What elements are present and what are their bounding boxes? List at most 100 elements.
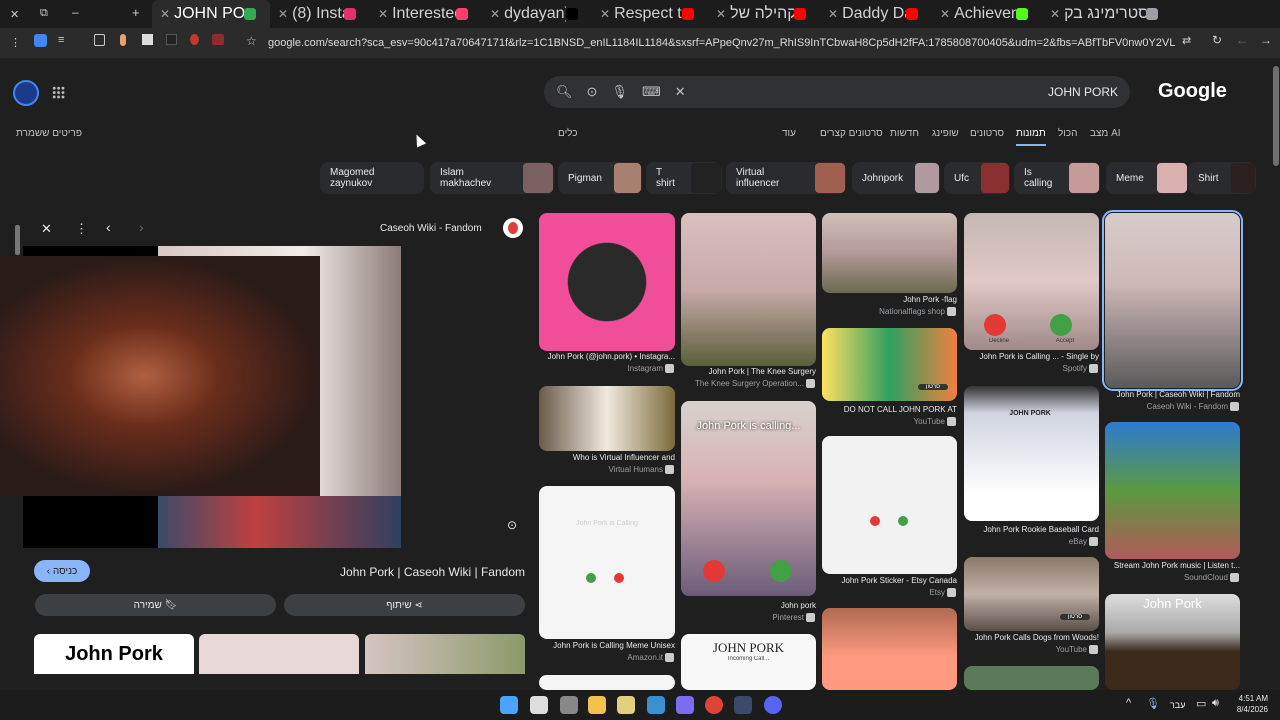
image-result[interactable] [964, 386, 1099, 521]
result-title[interactable]: John Pork Calls Dogs from Woods! [964, 633, 1099, 642]
result-title[interactable]: John Pork | Caseoh Wiki | Fandom [1105, 390, 1240, 399]
suggestion-chip[interactable]: Ufc [944, 162, 1010, 194]
window-menu-icon[interactable]: ✕ [10, 8, 19, 21]
extension-icon[interactable] [190, 34, 199, 45]
share-button[interactable]: שיתוף ⋖ [284, 594, 525, 616]
discord-icon[interactable] [764, 696, 782, 714]
keyboard-icon[interactable]: ⌨ [642, 84, 661, 100]
file-explorer-icon[interactable] [588, 696, 606, 714]
browser-tab[interactable]: ✕ Interested in You (11... [370, 0, 482, 28]
menu-dots-icon[interactable]: ⋮ [10, 36, 21, 49]
browser-tab[interactable]: ✕ Respect to Ferran Tor... [592, 0, 708, 28]
suggestion-chip[interactable]: Pigman [558, 162, 642, 194]
related-image[interactable]: John Pork [34, 634, 194, 674]
result-title[interactable]: Who is Virtual Influencer and [539, 453, 675, 462]
tab-more[interactable]: עוד [782, 128, 796, 139]
back-icon[interactable]: ← [1236, 33, 1248, 47]
close-tab-icon[interactable]: ✕ [716, 7, 726, 21]
browser-tab[interactable]: ✕ התחלת סטרימינג בק... [1042, 0, 1172, 28]
extension-icon[interactable] [34, 34, 47, 47]
result-source[interactable]: eBay [964, 537, 1087, 546]
result-source[interactable]: Etsy [822, 588, 945, 597]
tab-images[interactable]: תמונות [1016, 128, 1046, 146]
close-tab-icon[interactable]: ✕ [490, 7, 500, 21]
result-title[interactable]: John pork [681, 601, 816, 610]
search-query[interactable]: JOHN PORK [1048, 85, 1118, 99]
image-result[interactable] [1105, 422, 1240, 559]
more-options-icon[interactable]: ⋮ [75, 221, 88, 237]
app-icon[interactable] [676, 696, 694, 714]
tools-button[interactable]: כלים [558, 128, 578, 139]
clear-icon[interactable]: ✕ [675, 84, 686, 100]
tab-news[interactable]: חדשות [890, 128, 919, 139]
next-icon[interactable]: › [139, 219, 144, 235]
related-image[interactable] [365, 634, 525, 674]
extension-icon[interactable]: ≡ [58, 34, 64, 46]
search-icon[interactable]: 🔍︎ [556, 84, 573, 100]
suggestion-chip[interactable]: Shirt [1188, 162, 1256, 194]
suggestion-chip[interactable]: Virtual influencer [726, 162, 846, 194]
avatar[interactable] [13, 80, 39, 106]
close-tab-icon[interactable]: ✕ [1050, 7, 1060, 21]
result-source[interactable]: Instagram [539, 364, 663, 373]
image-result[interactable] [539, 386, 675, 451]
result-source[interactable]: Caseoh Wiki - Fandom [1105, 402, 1228, 411]
result-title[interactable]: John Pork Rookie Baseball Card [964, 525, 1099, 534]
close-tab-icon[interactable]: ✕ [278, 7, 288, 21]
search-icon[interactable] [530, 696, 548, 714]
network-icon[interactable]: ▭ [1196, 697, 1206, 710]
close-tab-icon[interactable]: ✕ [828, 7, 838, 21]
image-result[interactable] [964, 666, 1099, 690]
search-box[interactable]: 🔍︎ ⊙ 🎙︎ ⌨ ✕ JOHN PORK [544, 76, 1130, 108]
chrome-icon[interactable] [705, 696, 723, 714]
image-result[interactable] [539, 675, 675, 690]
browser-tab[interactable]: ✕ (8) Instagram [270, 0, 370, 28]
photos-icon[interactable] [647, 696, 665, 714]
image-result[interactable] [822, 436, 957, 574]
tray-chevron-icon[interactable]: ^ [1126, 697, 1131, 709]
browser-tab[interactable]: ✕ הקהילה של YouTube [708, 0, 820, 28]
tab-videos[interactable]: סרטונים [970, 128, 1004, 139]
close-icon[interactable]: ✕ [41, 221, 52, 237]
browser-tab[interactable]: ✕ JOHN PORK - חיפוש ב... [152, 0, 270, 28]
result-title[interactable]: John Pork is Calling Meme Unisex [539, 641, 675, 650]
viewer-result-title[interactable]: John Pork | Caseoh Wiki | Fandom [320, 565, 525, 579]
image-result[interactable] [681, 213, 816, 366]
close-tab-icon[interactable]: ✕ [940, 7, 950, 21]
language-indicator[interactable]: עבר [1170, 700, 1185, 710]
result-title[interactable]: John Pork (@john.pork) • Instagra... [539, 352, 675, 361]
clock-date[interactable]: 8/4/2026 [1226, 705, 1268, 714]
tab-all[interactable]: הכול [1058, 128, 1077, 139]
customize-icon[interactable]: ⇄ [1182, 34, 1191, 47]
related-image[interactable] [199, 634, 359, 674]
extension-icon[interactable] [142, 34, 153, 45]
result-title[interactable]: John Pork -flag [822, 295, 957, 304]
page-scrollbar[interactable] [1272, 58, 1280, 690]
scrollbar[interactable] [15, 225, 20, 255]
lens-search-icon[interactable]: ⊙ [507, 518, 517, 532]
mic-icon[interactable]: 🎙︎ [611, 84, 628, 100]
close-tab-icon[interactable]: ✕ [160, 7, 170, 21]
suggestion-chip[interactable]: T shirt [646, 162, 722, 194]
result-source[interactable]: Nationalflags shop [822, 307, 945, 316]
image-result[interactable] [822, 328, 957, 401]
minimize-icon[interactable]: – [72, 5, 79, 19]
image-result[interactable] [539, 213, 675, 351]
tab-short-videos[interactable]: סרטונים קצרים [820, 128, 883, 139]
result-source[interactable]: Virtual Humans [539, 465, 663, 474]
result-title[interactable]: John Pork Sticker - Etsy Canada [822, 576, 957, 585]
extension-icon[interactable] [212, 34, 224, 45]
lens-icon[interactable]: ⊙ [587, 84, 598, 100]
suggestion-chip[interactable]: Magomed zaynukov [320, 162, 424, 194]
bookmark-star-icon[interactable]: ☆ [246, 34, 257, 48]
suggestion-chip[interactable]: Johnpork [852, 162, 940, 194]
result-title[interactable]: John Pork | The Knee Surgery [681, 367, 816, 376]
result-source[interactable]: The Knee Surgery Operation... [681, 379, 804, 388]
result-source[interactable]: YouTube [822, 417, 945, 426]
result-title[interactable]: Stream John Pork music | Listen t... [1105, 561, 1240, 570]
url-field[interactable]: google.com/search?sca_esv=90c417a7064717… [268, 33, 1176, 53]
viewer-source[interactable]: Caseoh Wiki - Fandom [380, 223, 482, 234]
apps-grid-icon[interactable] [52, 86, 65, 99]
browser-tab[interactable]: ✕ Daddy Dayan - YouTu... [820, 0, 932, 28]
result-title[interactable]: John Pork is Calling ... - Single by [964, 352, 1099, 361]
